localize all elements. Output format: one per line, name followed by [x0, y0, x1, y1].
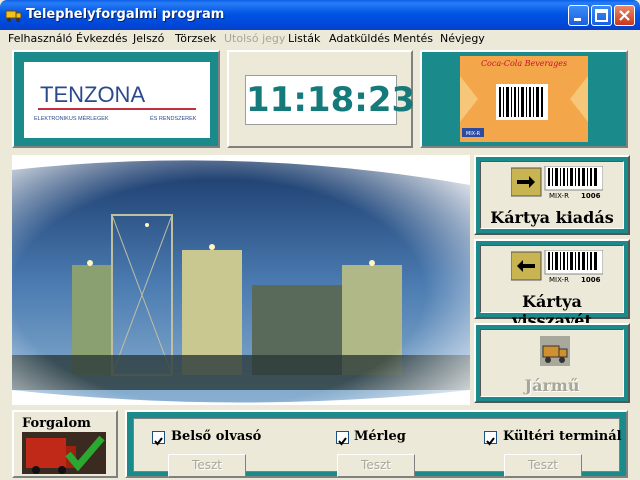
forgalom-panel[interactable]: Forgalom [12, 410, 118, 478]
clock-display: 11:18:23 [245, 75, 415, 125]
title-bar[interactable]: Telephelyforgalmi program [0, 0, 640, 30]
tenzona-logo: TENZONA ELEKTRONIKUS MÉRLEGEK ÉS RENDSZE… [24, 62, 210, 138]
internal-reader-label: Belső olvasó [171, 429, 262, 444]
outdoor-terminal-label: Kültéri terminál [503, 429, 622, 444]
logo-panel: TENZONA ELEKTRONIKUS MÉRLEGEK ÉS RENDSZE… [12, 50, 220, 148]
card-return-icon-text: MIX-R [549, 276, 569, 284]
outdoor-terminal-test-button[interactable]: Teszt [504, 454, 582, 477]
internal-reader-checkbox[interactable] [152, 431, 165, 446]
menu-felhasznalo[interactable]: Felhasználó [8, 32, 72, 45]
card-return-icon-number: 1006 [581, 276, 601, 284]
vehicle-button[interactable]: Jármű [474, 323, 630, 403]
close-icon [619, 10, 630, 21]
menu-adatkuldes[interactable]: Adatküldés [329, 32, 390, 45]
scale-checkbox[interactable] [336, 431, 349, 446]
card-issue-icon: MIX-R 1006 [511, 166, 603, 200]
close-button[interactable] [614, 5, 635, 26]
menu-bar: Felhasználó Évkezdés Jelszó Törzsek Utol… [0, 30, 640, 48]
card-issue-icon-text: MIX-R [549, 192, 569, 200]
scale-test-button[interactable]: Teszt [337, 454, 415, 477]
menu-utolso-jegy[interactable]: Utolsó jegy [224, 32, 285, 45]
forgalom-title: Forgalom [22, 416, 91, 431]
minimize-button[interactable] [568, 5, 589, 26]
menu-nevjegy[interactable]: Névjegy [440, 32, 485, 45]
card-brand: Coca-Cola Beverages [481, 59, 567, 68]
vehicle-icon [540, 336, 570, 366]
app-icon [6, 10, 22, 22]
menu-mentes[interactable]: Mentés [393, 32, 433, 45]
logo-tagline-left: ELEKTRONIKUS MÉRLEGEK [34, 115, 109, 122]
minimize-icon [574, 18, 581, 21]
logo-brand: TENZONA [40, 82, 145, 107]
menu-jelszo[interactable]: Jelszó [133, 32, 164, 45]
device-status-panel: Belső olvasó Teszt Mérleg Teszt Kültéri … [125, 410, 628, 478]
card-code: MIX-R [466, 131, 481, 137]
check-icon [154, 437, 163, 446]
card-issue-icon-number: 1006 [581, 192, 601, 200]
card-return-button[interactable]: MIX-R 1006 Kártya visszavét [474, 239, 630, 330]
menu-evkezdes[interactable]: Évkezdés [76, 32, 127, 45]
clock-panel: 11:18:23 [227, 50, 415, 148]
check-icon [338, 437, 347, 446]
maximize-icon [595, 9, 608, 22]
check-icon [486, 437, 495, 446]
card-issue-button[interactable]: MIX-R 1006 Kártya kiadás [474, 155, 630, 235]
card-return-icon: MIX-R 1006 [511, 250, 603, 284]
forgalom-truck-check-icon [22, 432, 106, 474]
logo-tagline-right: ÉS RENDSZEREK [150, 115, 197, 122]
industrial-plant-photo [12, 155, 470, 405]
window-title: Telephelyforgalmi program [26, 7, 225, 22]
vehicle-label: Jármű [524, 376, 580, 395]
card-panel: Coca-Cola Beverages MIX-R [420, 50, 628, 148]
outdoor-terminal-checkbox[interactable] [484, 431, 497, 446]
scale-label: Mérleg [354, 429, 406, 444]
maximize-button[interactable] [591, 5, 612, 26]
internal-reader-test-button[interactable]: Teszt [168, 454, 246, 477]
card-issue-label: Kártya kiadás [490, 208, 614, 227]
menu-listak[interactable]: Listák [288, 32, 320, 45]
card-image: Coca-Cola Beverages MIX-R [460, 56, 588, 142]
menu-torzsek[interactable]: Törzsek [175, 32, 216, 45]
